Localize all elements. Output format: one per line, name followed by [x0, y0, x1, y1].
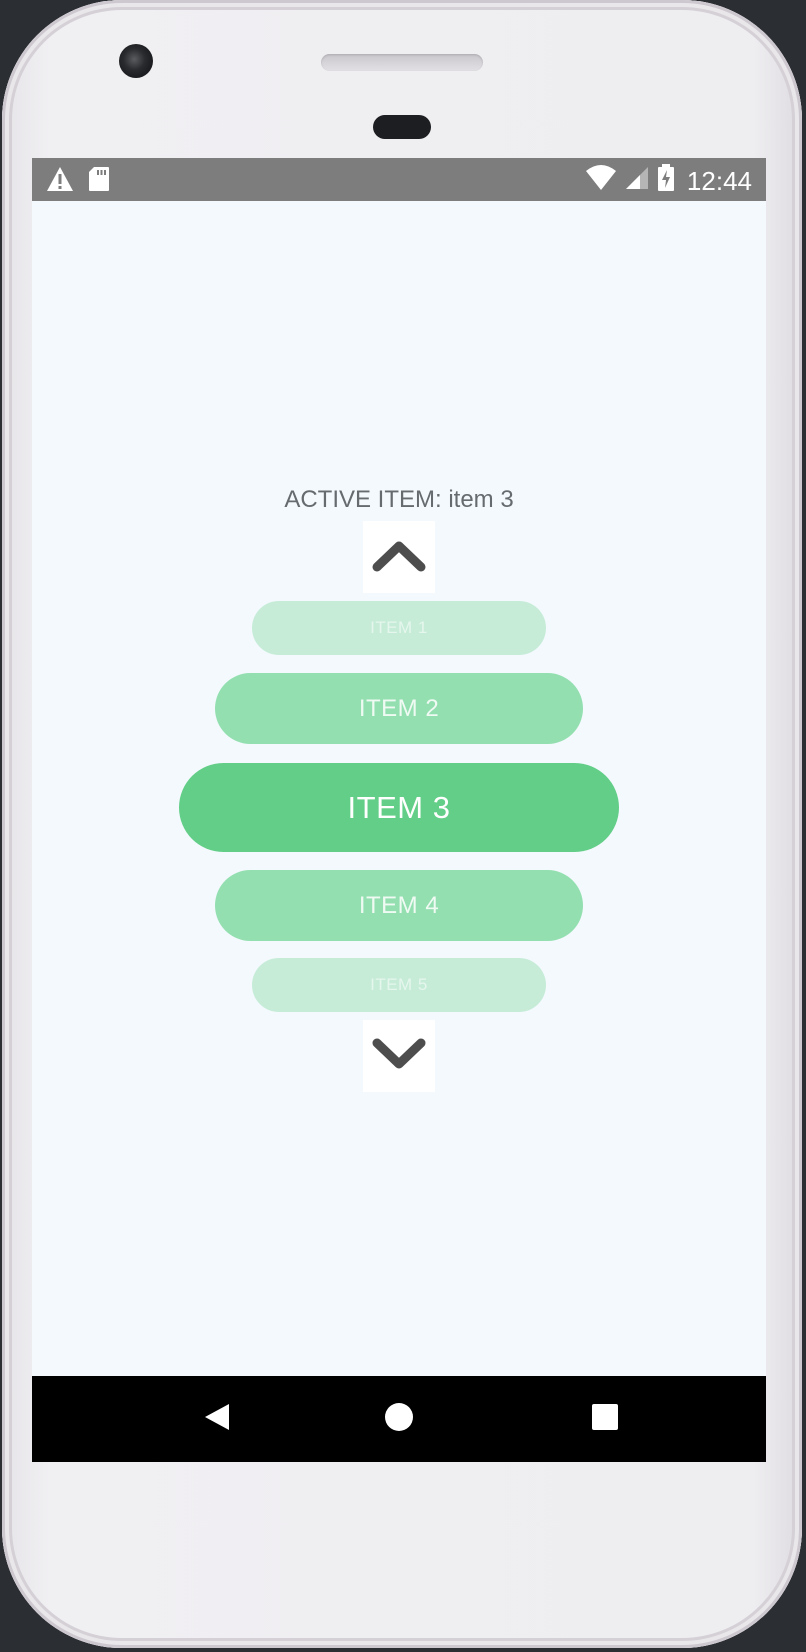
list-item[interactable]: ITEM 4: [215, 870, 583, 941]
scroll-up-button[interactable]: [363, 521, 435, 593]
warning-icon: [46, 166, 74, 197]
list-item-label: ITEM 4: [358, 891, 440, 919]
list-item-label: ITEM 2: [358, 694, 440, 722]
navigation-bar: [32, 1376, 766, 1462]
device-frame: 12:44 ACTIVE ITEM: item 3 ITEM 1 ITEM 2 …: [0, 0, 806, 1652]
signal-icon: [625, 166, 649, 195]
status-right: 12:44: [585, 164, 752, 197]
status-left: [46, 166, 110, 197]
battery-charging-icon: [657, 164, 675, 197]
recents-button[interactable]: [580, 1394, 630, 1444]
earpiece-speaker: [321, 54, 483, 71]
back-icon: [203, 1402, 231, 1437]
list-item[interactable]: ITEM 2: [215, 673, 583, 744]
list-item-active[interactable]: ITEM 3: [179, 763, 619, 852]
list-item[interactable]: ITEM 1: [252, 601, 546, 655]
chevron-down-icon: [371, 1036, 427, 1077]
back-button[interactable]: [192, 1394, 242, 1444]
status-time: 12:44: [686, 165, 752, 196]
screen: 12:44 ACTIVE ITEM: item 3 ITEM 1 ITEM 2 …: [32, 158, 766, 1462]
home-icon: [384, 1402, 414, 1437]
front-camera: [119, 44, 153, 78]
status-bar: 12:44: [32, 158, 766, 201]
list-item-label: ITEM 5: [370, 975, 428, 994]
active-item-label: ACTIVE ITEM: item 3: [284, 486, 514, 513]
list-item-label: ITEM 3: [347, 789, 451, 825]
main-content: ACTIVE ITEM: item 3 ITEM 1 ITEM 2 ITEM 3…: [32, 201, 766, 1376]
recents-icon: [591, 1403, 619, 1436]
chevron-up-icon: [371, 537, 427, 578]
list-item[interactable]: ITEM 5: [252, 958, 546, 1012]
list-item-label: ITEM 1: [370, 618, 428, 637]
home-button[interactable]: [374, 1394, 424, 1444]
scroll-down-button[interactable]: [363, 1020, 435, 1092]
proximity-sensor: [373, 115, 431, 139]
wifi-icon: [585, 165, 617, 196]
sd-card-icon: [88, 166, 110, 197]
